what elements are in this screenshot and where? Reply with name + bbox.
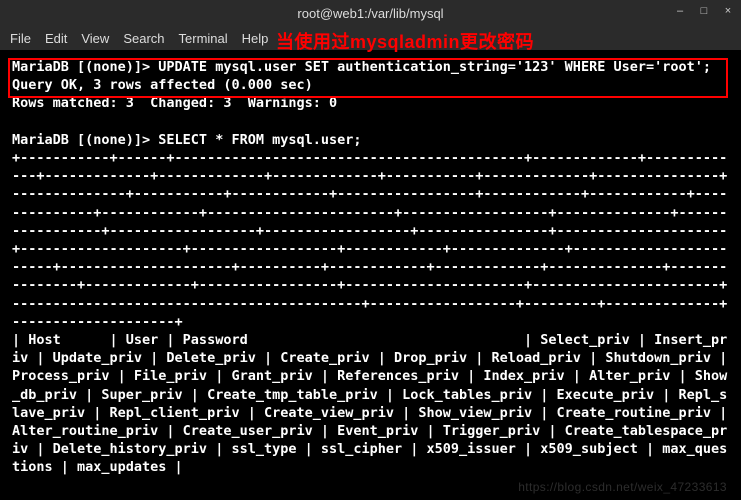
term-line: Query OK, 3 rows affected (0.000 sec)	[12, 77, 313, 93]
menu-file[interactable]: File	[10, 31, 31, 46]
menu-terminal[interactable]: Terminal	[179, 31, 228, 46]
menubar: File Edit View Search Terminal Help 当使用过…	[0, 26, 741, 50]
term-line: MariaDB [(none)]> SELECT * FROM mysql.us…	[12, 132, 362, 148]
menu-view[interactable]: View	[81, 31, 109, 46]
annotation-text: 当使用过mysqladmin更改密码	[276, 28, 534, 54]
maximize-icon[interactable]: □	[697, 4, 711, 18]
close-icon[interactable]: ×	[721, 4, 735, 18]
menu-search[interactable]: Search	[123, 31, 164, 46]
watermark: https://blog.csdn.net/weix_47233613	[518, 480, 727, 494]
terminal-output[interactable]: MariaDB [(none)]> UPDATE mysql.user SET …	[0, 50, 741, 477]
term-line: +-----------+------+--------------------…	[12, 150, 727, 330]
menu-edit[interactable]: Edit	[45, 31, 67, 46]
window-controls: – □ ×	[673, 4, 735, 18]
window-title: root@web1:/var/lib/mysql	[297, 6, 443, 21]
window-titlebar: root@web1:/var/lib/mysql – □ ×	[0, 0, 741, 26]
term-line: Rows matched: 3 Changed: 3 Warnings: 0	[12, 95, 337, 111]
menu-help[interactable]: Help	[242, 31, 269, 46]
term-line: | Host | User | Password | Select_priv |…	[12, 332, 735, 475]
term-line: MariaDB [(none)]> UPDATE mysql.user SET …	[12, 59, 711, 75]
minimize-icon[interactable]: –	[673, 4, 687, 18]
